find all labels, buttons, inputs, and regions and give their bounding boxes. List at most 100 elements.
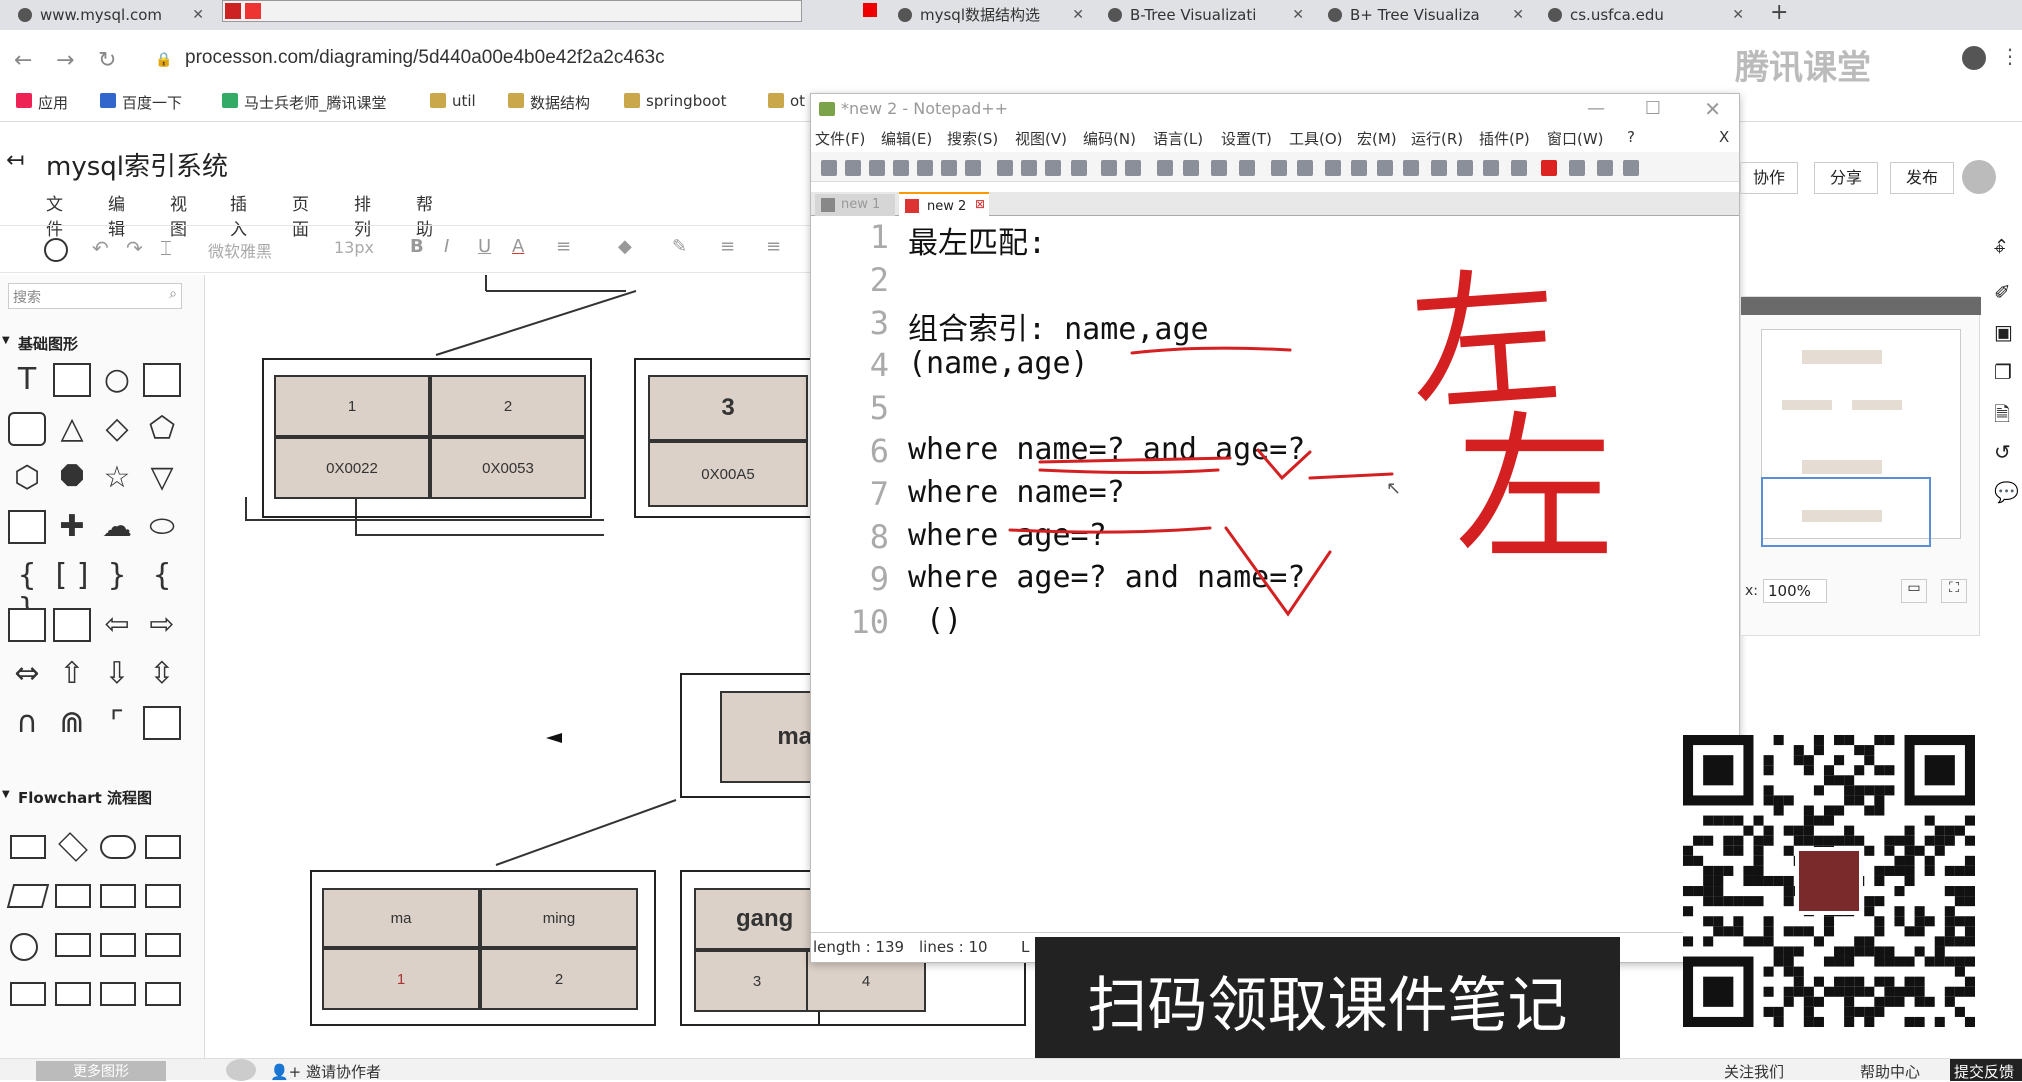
qr-module: [1723, 835, 1734, 846]
qr-module: [1693, 835, 1704, 846]
qr-module: [1864, 785, 1875, 796]
qr-module: [1914, 976, 1925, 987]
follow-us-link[interactable]: 关注我们: [1724, 1061, 1784, 1082]
qr-module: [1834, 755, 1845, 766]
qr-module: [1864, 745, 1875, 756]
qr-module: [1884, 956, 1895, 967]
qr-module: [1874, 996, 1885, 1007]
qr-module: [1783, 986, 1794, 997]
qr-module: [1874, 956, 1885, 967]
qr-module: [1894, 996, 1905, 1007]
qr-module: [1783, 966, 1794, 977]
qr-module: [1783, 825, 1794, 836]
qr-module: [1904, 875, 1915, 887]
qr-module: [1844, 1016, 1855, 1027]
qr-module: [1964, 865, 1975, 876]
qr-module: [1753, 875, 1764, 887]
qr-module: [1823, 926, 1835, 937]
underline-name-age: [1130, 346, 1292, 355]
qr-module: [1944, 835, 1955, 846]
qr-module: [1954, 986, 1965, 997]
qr-module: [1954, 936, 1965, 947]
qr-module: [1864, 755, 1875, 766]
qr-module: [1743, 896, 1754, 907]
check-mark: [1256, 448, 1312, 481]
qr-module: [1683, 886, 1694, 897]
qr-module: [1874, 795, 1885, 806]
qr-module: [1773, 875, 1784, 887]
qr-module: [1823, 956, 1835, 967]
qr-module: [1914, 906, 1925, 917]
qr-module: [1834, 976, 1845, 987]
qr-module: [1904, 956, 1915, 967]
qr-module: [1854, 1006, 1865, 1017]
qr-module: [1954, 966, 1965, 977]
qr-module: [1844, 956, 1855, 967]
qr-module: [1844, 835, 1855, 846]
qr-module: [1874, 926, 1885, 937]
qr-module: [1773, 1016, 1784, 1027]
qr-module: [1783, 886, 1794, 897]
qr-module: [1964, 936, 1975, 947]
qr-module: [1743, 865, 1754, 876]
qr-module: [1964, 976, 1975, 987]
qr-module: [1874, 875, 1885, 887]
qr-module: [1964, 855, 1975, 866]
qr-module: [1803, 805, 1814, 816]
qr-module: [1773, 1006, 1784, 1017]
qr-module: [1803, 835, 1814, 846]
qr-module: [1753, 865, 1764, 876]
qr-module: [1874, 946, 1885, 957]
underline-stroke: [1308, 472, 1394, 480]
qr-module: [1914, 996, 1925, 1007]
qr-module: [1763, 926, 1774, 937]
qr-module: [1753, 835, 1764, 846]
qr-module: [1743, 936, 1754, 947]
qr-module: [1894, 865, 1905, 876]
qr-module: [1924, 855, 1935, 866]
qr-module: [1703, 865, 1714, 876]
qr-module: [1964, 956, 1975, 967]
qr-module: [1854, 936, 1865, 947]
qr-module: [1793, 976, 1804, 987]
submit-feedback-button[interactable]: 提交反馈: [1950, 1059, 2022, 1081]
qr-module: [1723, 896, 1734, 907]
qr-module: [1934, 956, 1945, 967]
qr-module: [1874, 976, 1885, 987]
qr-module: [1723, 926, 1734, 937]
qr-module: [1884, 996, 1895, 1007]
qr-module: [1924, 835, 1935, 846]
handwritten-char: 左: [1455, 396, 1616, 583]
help-center-link[interactable]: 帮助中心: [1860, 1061, 1920, 1082]
qr-module: [1874, 916, 1885, 927]
qr-module: [1844, 996, 1855, 1007]
qr-module: [1743, 825, 1754, 836]
qr-module: [1904, 825, 1915, 836]
qr-module: [1914, 916, 1925, 927]
qr-module: [1763, 825, 1774, 836]
qr-module: [1894, 835, 1905, 846]
qr-module: [1723, 845, 1734, 856]
invite-collaborator-button[interactable]: 👤+ 邀请协作者: [270, 1061, 381, 1082]
qr-module: [1844, 825, 1855, 836]
qr-module: [1763, 875, 1774, 887]
qr-module: [1693, 886, 1704, 897]
qr-module: [1763, 1006, 1774, 1017]
qr-module: [1723, 865, 1734, 876]
qr-module: [1803, 996, 1814, 1007]
qr-module: [1753, 855, 1764, 866]
qr-module: [1713, 916, 1724, 927]
qr-module: [1713, 896, 1724, 907]
underline-stroke: [1038, 468, 1220, 474]
qr-module: [1894, 855, 1905, 866]
more-shapes-button[interactable]: 更多图形: [36, 1061, 166, 1081]
qr-module: [1914, 946, 1925, 957]
qr-module: [1733, 845, 1744, 856]
qr-module: [1894, 956, 1905, 967]
qr-module: [1924, 815, 1935, 826]
qr-module: [1894, 986, 1905, 997]
qr-module: [1803, 755, 1814, 766]
qr-module: [1954, 865, 1965, 876]
qr-module: [1844, 785, 1855, 796]
qr-module: [1964, 886, 1975, 897]
